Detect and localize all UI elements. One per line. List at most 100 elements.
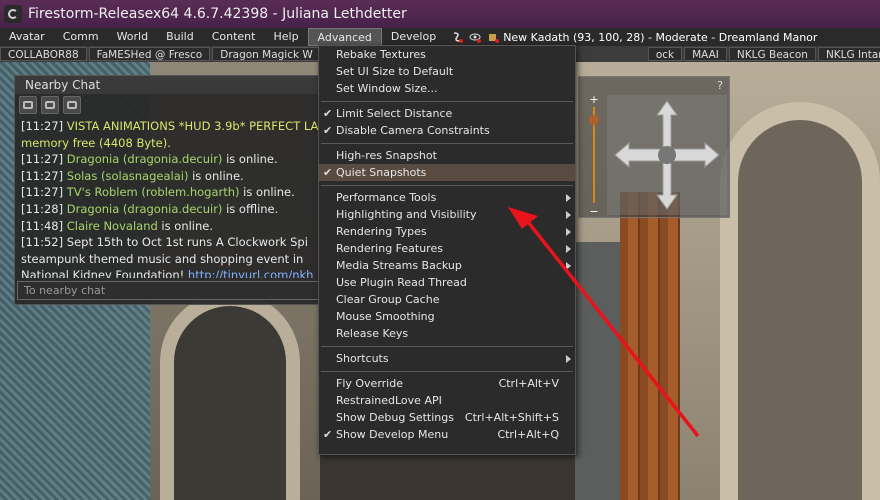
menu-item-label: Show Debug Settings — [336, 411, 454, 424]
favorite-item[interactable]: FaMESHed @ Fresco — [88, 47, 211, 61]
favorite-item[interactable]: ock — [647, 47, 683, 61]
checkmark-icon: ✔ — [323, 428, 333, 441]
build-icon[interactable] — [487, 31, 500, 43]
chat-text: is online. — [239, 185, 295, 200]
menu-item-limit-select-distance[interactable]: ✔ Limit Select Distance — [319, 105, 575, 122]
menu-item-rendering-types[interactable]: Rendering Types — [319, 223, 575, 240]
nearby-chat-panel: Nearby Chat [11:27] VISTA ANIMATIONS *HU… — [14, 75, 330, 305]
menu-item-restrainedlove-api[interactable]: RestrainedLove API — [319, 392, 575, 409]
stone-arch-right — [720, 102, 880, 500]
chat-text: is online. — [222, 152, 278, 167]
advanced-menu: Rebake Textures Set UI Size to Default Set… — [318, 45, 576, 455]
chat-text: is online. — [157, 218, 214, 233]
chat-sender-name[interactable]: Dragonia (dragonia.decuir) — [67, 152, 223, 166]
location-text[interactable]: New Kadath (93, 100, 28) - Moderate - Dr… — [503, 31, 817, 44]
menu-advanced[interactable]: Advanced — [307, 28, 382, 46]
submenu-arrow-icon — [566, 262, 571, 270]
menu-item-label: Shortcuts — [336, 352, 389, 365]
see-avatars-icon[interactable] — [469, 31, 482, 43]
help-icon[interactable]: ? — [717, 79, 723, 92]
window-title: Firestorm-Releasex64 4.6.7.42398 - Julia… — [28, 6, 407, 22]
menu-item-set-window-size[interactable]: Set Window Size... — [319, 80, 575, 97]
camera-pan-pad[interactable] — [607, 95, 727, 215]
menu-item-disable-camera-constraints[interactable]: ✔ Disable Camera Constraints — [319, 122, 575, 139]
menu-develop[interactable]: Develop — [382, 28, 445, 46]
checkmark-icon: ✔ — [323, 107, 333, 120]
chat-timestamp: [11:27] — [21, 185, 64, 200]
menu-item-label: Mouse Smoothing — [336, 310, 435, 323]
menu-item-high-res-snapshot[interactable]: High-res Snapshot — [319, 147, 575, 164]
chat-sender-name[interactable]: Dragonia (dragonia.decuir) — [67, 202, 223, 216]
menu-item-label: Performance Tools — [336, 191, 437, 204]
menu-item-release-keys[interactable]: Release Keys — [319, 325, 575, 342]
chat-line: [11:27] Solas (solasnagealai) is online. — [21, 168, 323, 185]
chat-timestamp: [11:48] — [21, 218, 64, 233]
menu-item-label: Fly Override — [336, 377, 403, 390]
menu-build[interactable]: Build — [157, 28, 203, 46]
im-button[interactable] — [63, 96, 81, 114]
favorite-item[interactable]: Dragon Magick W — [212, 47, 321, 61]
submenu-arrow-icon — [566, 211, 571, 219]
chat-line: [11:52] Sept 15th to Oct 1st runs A Cloc… — [21, 234, 323, 251]
chat-line: National Kidney Foundation! http://tinyu… — [21, 267, 323, 278]
menu-item-label: Show Develop Menu — [336, 428, 449, 441]
menu-comm[interactable]: Comm — [54, 28, 108, 46]
menu-item-set-ui-size-to-default[interactable]: Set UI Size to Default — [319, 63, 575, 80]
menu-item-rebake-textures[interactable]: Rebake Textures — [319, 46, 575, 63]
chat-sender-name[interactable]: Claire Novaland — [67, 219, 158, 233]
chat-sender-name[interactable]: Solas (solasnagealai) — [67, 169, 189, 183]
zoom-in-icon[interactable]: + — [589, 94, 599, 105]
zoom-out-icon[interactable]: − — [589, 206, 599, 217]
menu-item-fly-override[interactable]: Fly Override Ctrl+Alt+V — [319, 375, 575, 392]
submenu-arrow-icon — [566, 355, 571, 363]
zoom-knob[interactable] — [589, 115, 599, 125]
menu-item-quiet-snapshots[interactable]: ✔ Quiet Snapshots — [319, 164, 575, 181]
menu-item-mouse-smoothing[interactable]: Mouse Smoothing — [319, 308, 575, 325]
rough-stone-column — [575, 242, 625, 500]
menu-item-show-develop-menu[interactable]: ✔ Show Develop Menu Ctrl+Alt+Q — [319, 426, 575, 443]
menu-item-show-debug-settings[interactable]: Show Debug Settings Ctrl+Alt+Shift+S — [319, 409, 575, 426]
zoom-slider[interactable]: + − — [589, 94, 599, 217]
favorite-item[interactable]: NKLG Beacon — [728, 47, 816, 61]
wooden-door — [620, 192, 680, 500]
chat-history-button[interactable] — [41, 96, 59, 114]
favorite-item[interactable]: MAAI — [684, 47, 727, 61]
chat-title[interactable]: Nearby Chat — [15, 76, 329, 94]
favorite-item[interactable]: COLLABOR88 — [0, 47, 87, 61]
submenu-arrow-icon — [566, 194, 571, 202]
chat-input[interactable]: To nearby chat — [17, 281, 327, 300]
menu-help[interactable]: Help — [264, 28, 307, 46]
menu-world[interactable]: World — [108, 28, 158, 46]
menu-item-label: Media Streams Backup — [336, 259, 462, 272]
menu-shortcut: Ctrl+Alt+V — [498, 377, 559, 390]
chat-sender-name[interactable]: TV's Roblem (roblem.hogarth) — [67, 185, 240, 199]
chat-log: [11:27] VISTA ANIMATIONS *HUD 3.9b* PERF… — [15, 116, 329, 278]
history-icon — [45, 101, 55, 109]
menu-shortcut: Ctrl+Alt+Shift+S — [464, 411, 559, 424]
camera-controls: ? + − — [578, 76, 730, 218]
menu-item-rendering-features[interactable]: Rendering Features — [319, 240, 575, 257]
menu-item-use-plugin-read-thread[interactable]: Use Plugin Read Thread — [319, 274, 575, 291]
scripts-icon[interactable] — [451, 31, 464, 43]
menu-item-label: Rendering Features — [336, 242, 443, 255]
menu-separator — [319, 342, 575, 350]
menu-bar: Avatar Comm World Build Content Help Adv… — [0, 28, 880, 46]
submenu-arrow-icon — [566, 228, 571, 236]
menu-item-label: Highlighting and Visibility — [336, 208, 477, 221]
chat-link[interactable]: http://tinyurl.com/nkh — [188, 268, 314, 278]
chat-text: memory free (4408 Byte). — [21, 135, 171, 150]
people-button[interactable] — [19, 96, 37, 114]
menu-item-clear-group-cache[interactable]: Clear Group Cache — [319, 291, 575, 308]
chat-text: is offline. — [222, 201, 279, 216]
chat-sender-name[interactable]: VISTA ANIMATIONS *HUD 3.9b* PERFECT LA — [67, 119, 319, 133]
menu-item-performance-tools[interactable]: Performance Tools — [319, 189, 575, 206]
favorite-item[interactable]: NKLG Intan Room — [817, 47, 880, 61]
menu-item-media-streams-backup[interactable]: Media Streams Backup — [319, 257, 575, 274]
menu-item-shortcuts[interactable]: Shortcuts — [319, 350, 575, 367]
menu-item-highlighting-and-visibility[interactable]: Highlighting and Visibility — [319, 206, 575, 223]
menu-separator — [319, 367, 575, 375]
menu-separator — [319, 97, 575, 105]
menu-avatar[interactable]: Avatar — [0, 28, 54, 46]
menu-content[interactable]: Content — [203, 28, 265, 46]
menu-item-label: High-res Snapshot — [336, 149, 437, 162]
